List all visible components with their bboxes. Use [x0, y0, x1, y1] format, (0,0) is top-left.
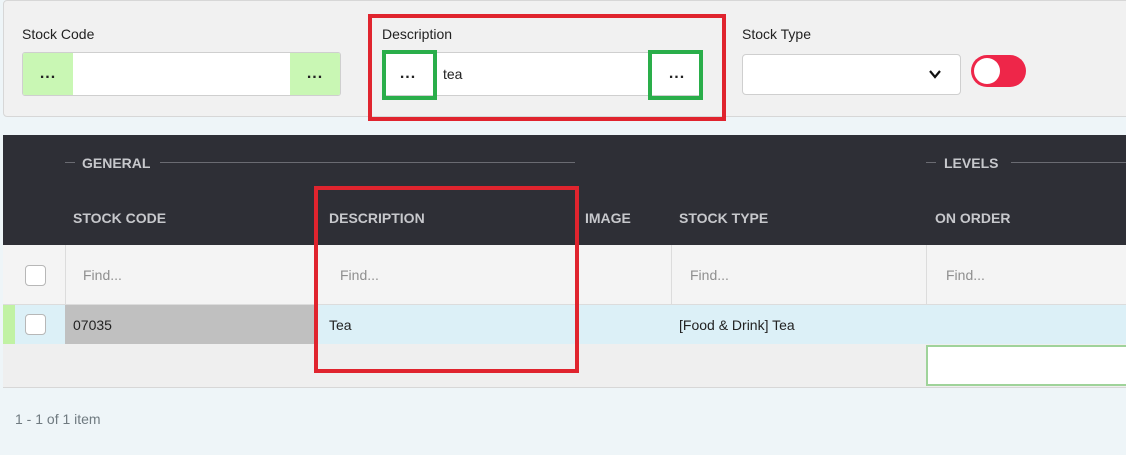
col-on-order[interactable]: ON ORDER	[935, 210, 1010, 226]
filter-on-order-input[interactable]: Find...	[946, 267, 985, 283]
stock-code-lookup-left-button[interactable]: ...	[23, 53, 73, 95]
stock-code-input[interactable]	[73, 53, 291, 95]
grid-header: GENERAL LEVELS STOCK CODE DESCRIPTION IM…	[3, 135, 1126, 245]
col-description[interactable]: DESCRIPTION	[329, 210, 425, 226]
group-general: GENERAL	[82, 155, 151, 171]
filter-stock-code-input[interactable]: Find...	[83, 267, 122, 283]
filter-cell-stock-code[interactable]: Find...	[65, 245, 315, 304]
cell-description[interactable]: Tea	[329, 305, 352, 344]
description-label: Description	[382, 26, 453, 42]
cell-stock-code[interactable]: 07035	[65, 305, 315, 344]
description-input[interactable]	[437, 53, 647, 95]
description-lookup-left-button[interactable]: ...	[383, 53, 433, 95]
filter-cell-description[interactable]: Find...	[315, 245, 671, 304]
cell-stock-type[interactable]: [Food & Drink] Tea	[679, 305, 795, 344]
chevron-down-icon	[929, 70, 941, 79]
row-checkbox[interactable]	[25, 314, 46, 335]
filter-stock-type-input[interactable]: Find...	[690, 267, 729, 283]
stock-code-lookup-right-button[interactable]: ...	[290, 53, 340, 95]
col-stock-code[interactable]: STOCK CODE	[73, 210, 166, 226]
grid-filter-row: Find... Find... Find... Find...	[3, 245, 1126, 305]
table-row[interactable]: 07035 Tea [Food & Drink] Tea	[3, 305, 1126, 344]
stock-code-input-group: ... ...	[22, 52, 341, 96]
filter-toggle[interactable]	[971, 55, 1026, 87]
group-levels: LEVELS	[944, 155, 999, 171]
filter-description-input[interactable]: Find...	[340, 267, 379, 283]
filter-cell-stock-type[interactable]: Find...	[671, 245, 926, 304]
toggle-knob	[974, 58, 1000, 84]
col-image[interactable]: IMAGE	[585, 210, 631, 226]
row-selected-marker	[3, 305, 15, 344]
stock-type-select[interactable]	[742, 54, 961, 95]
stock-type-label: Stock Type	[742, 26, 812, 42]
filter-cell-on-order[interactable]: Find...	[926, 245, 1126, 304]
description-input-group: ... ...	[382, 52, 703, 96]
col-stock-type[interactable]: STOCK TYPE	[679, 210, 768, 226]
pager-summary: 1 - 1 of 1 item	[15, 411, 101, 427]
stock-code-label: Stock Code	[22, 26, 95, 42]
select-all-checkbox[interactable]	[25, 265, 46, 286]
on-order-edit-cell[interactable]	[926, 345, 1126, 386]
description-lookup-right-button[interactable]: ...	[652, 53, 702, 95]
